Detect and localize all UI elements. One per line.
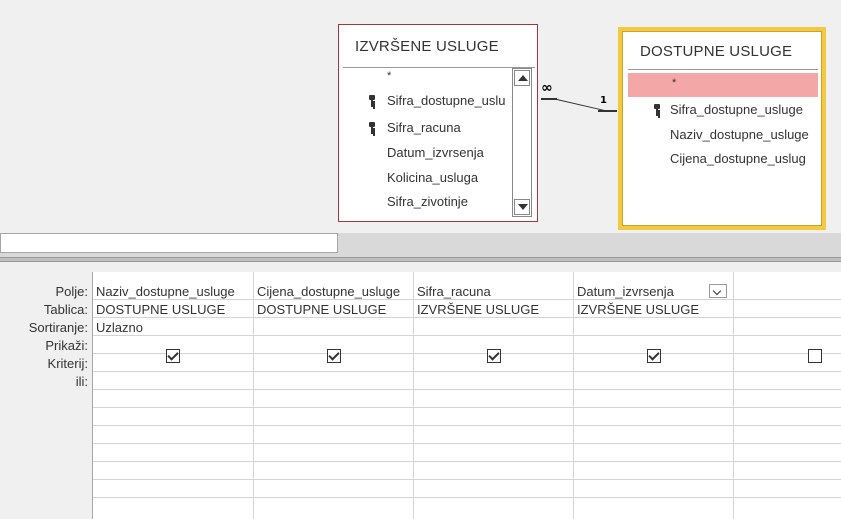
- row-label-criteria: Kriterij:: [47, 356, 88, 371]
- grid-line: [92, 371, 841, 372]
- grid-cell-field[interactable]: Cijena_dostupne_usluge: [254, 284, 413, 299]
- field-list-scrollbar[interactable]: [512, 68, 532, 217]
- field-kolicina-usluga[interactable]: Kolicina_usluga: [387, 170, 478, 185]
- table-title[interactable]: DOSTUPNE USLUGE: [640, 43, 792, 60]
- primary-key-icon: [654, 104, 660, 116]
- arrow-up-icon: [518, 75, 528, 81]
- row-label-table: Tablica:: [43, 302, 88, 317]
- grid-line: [92, 407, 841, 408]
- grid-line: [92, 389, 841, 390]
- grid-cell-table[interactable]: DOSTUPNE USLUGE: [93, 302, 253, 317]
- primary-key-icon: [369, 95, 375, 107]
- grid-line: [92, 443, 841, 444]
- grid-column-divider: [733, 272, 734, 519]
- grid-cell-sort[interactable]: Uzlazno: [93, 320, 253, 335]
- grid-cell-field[interactable]: Datum_izvrsenja: [574, 284, 704, 299]
- table-title-divider: [628, 69, 818, 70]
- grid-line: [92, 335, 841, 336]
- row-label-field: Polje:: [55, 284, 88, 299]
- grid-line: [92, 425, 841, 426]
- table-dostupne-usluge[interactable]: DOSTUPNE USLUGE * Sifra_dostupne_usluge …: [618, 27, 826, 230]
- field-all[interactable]: *: [672, 77, 676, 89]
- grid-line: [92, 317, 841, 318]
- grid-line: [92, 497, 841, 498]
- show-checkbox[interactable]: [327, 349, 341, 363]
- grid-line: [92, 299, 841, 300]
- arrow-down-icon: [518, 204, 528, 210]
- field-sifra-zivotinje[interactable]: Sifra_zivotinje: [387, 194, 468, 209]
- field-sifra-racuna[interactable]: Sifra_racuna: [387, 120, 461, 135]
- row-label-or: ili:: [75, 374, 88, 389]
- query-grid-pane: Polje: Tablica: Sortiranje: Prikaži: Kri…: [0, 262, 841, 519]
- primary-key-icon: [369, 122, 375, 134]
- selected-row-highlight: [628, 73, 818, 97]
- row-label-sort: Sortiranje:: [28, 320, 88, 335]
- one-side-marker: 1: [600, 95, 607, 106]
- grid-cell-field[interactable]: Naziv_dostupne_usluge: [93, 284, 253, 299]
- row-label-show: Prikaži:: [45, 338, 88, 353]
- table-izvrsene-usluge[interactable]: IZVRŠENE USLUGE * Sifra_dostupne_uslu Si…: [338, 24, 538, 222]
- relationship-stub-right: [598, 110, 617, 112]
- relationship-stub-left: [541, 98, 557, 100]
- field-cijena-dostupne-usluge[interactable]: Cijena_dostupne_uslug: [670, 151, 820, 166]
- show-checkbox[interactable]: [487, 349, 501, 363]
- field-all[interactable]: *: [387, 70, 391, 82]
- show-checkbox[interactable]: [166, 349, 180, 363]
- grid-line: [92, 353, 841, 354]
- field-sifra-dostupne-usluge[interactable]: Sifra_dostupne_uslu: [387, 93, 511, 108]
- many-side-marker: ∞: [541, 80, 553, 96]
- show-checkbox[interactable]: [647, 349, 661, 363]
- field-naziv-dostupne-usluge[interactable]: Naziv_dostupne_usluge: [670, 127, 820, 142]
- table-title[interactable]: IZVRŠENE USLUGE: [355, 38, 499, 55]
- grid-cell-field[interactable]: Sifra_racuna: [414, 284, 573, 299]
- grid-line: [92, 461, 841, 462]
- field-datum-izvrsenja[interactable]: Datum_izvrsenja: [387, 145, 484, 160]
- query-design-pane[interactable]: IZVRŠENE USLUGE * Sifra_dostupne_uslu Si…: [0, 0, 841, 233]
- grid-line: [92, 479, 841, 480]
- scroll-up-button[interactable]: [514, 70, 530, 86]
- scroll-down-button[interactable]: [514, 199, 530, 215]
- grid-cell-table[interactable]: IZVRŠENE USLUGE: [414, 302, 573, 317]
- grid-cell-table[interactable]: IZVRŠENE USLUGE: [574, 302, 733, 317]
- grid-cell-table[interactable]: DOSTUPNE USLUGE: [254, 302, 413, 317]
- field-sifra-dostupne-usluge[interactable]: Sifra_dostupne_usluge: [670, 102, 803, 117]
- table-title-divider: [343, 67, 535, 68]
- design-pane-horizontal-scrollbar[interactable]: [0, 233, 338, 253]
- field-dropdown-button[interactable]: [709, 284, 727, 298]
- show-checkbox[interactable]: [808, 349, 822, 363]
